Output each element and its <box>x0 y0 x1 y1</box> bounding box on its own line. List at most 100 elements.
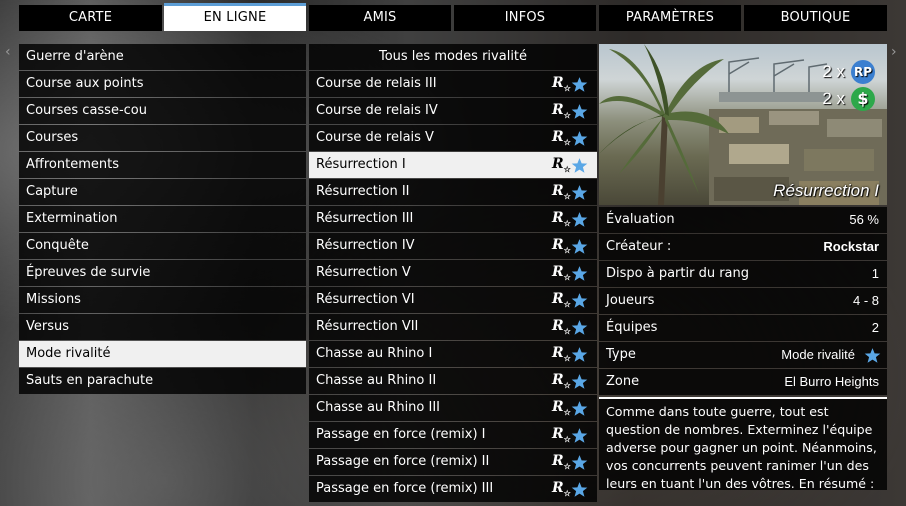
category-item[interactable]: Conquête <box>19 233 306 259</box>
job-list: Tous les modes rivalité Course de relais… <box>309 44 597 503</box>
job-item-label: Chasse au Rhino I <box>316 346 433 361</box>
rockstar-logo-star: ☆ <box>563 460 571 471</box>
category-item[interactable]: Guerre d'arène <box>19 44 306 70</box>
job-item-label: Résurrection III <box>316 211 414 226</box>
star-icon <box>571 131 588 146</box>
rockstar-logo-letter: R <box>552 210 564 226</box>
tab-amis[interactable]: AMIS <box>309 5 451 31</box>
job-item-label: Course de relais III <box>316 76 437 91</box>
info-row-type: Type Mode rivalité <box>599 342 887 368</box>
rockstar-logo-star: ☆ <box>563 325 571 336</box>
job-details-panel: 2 x RP 2 x $ Résurrection I Évaluation 5… <box>599 44 887 490</box>
job-description: Comme dans toute guerre, tout est questi… <box>599 397 887 490</box>
rockstar-logo-icon: R☆ <box>552 236 571 259</box>
category-item[interactable]: Courses <box>19 125 306 151</box>
rockstar-logo-star: ☆ <box>563 379 571 390</box>
job-item-label: Passage en force (remix) III <box>316 481 494 496</box>
category-item[interactable]: Épreuves de survie <box>19 260 306 286</box>
tab-parametres[interactable]: PARAMÈTRES <box>599 5 741 31</box>
job-list-header: Tous les modes rivalité <box>309 44 597 70</box>
job-item-label: Chasse au Rhino III <box>316 400 441 415</box>
category-item[interactable]: Course aux points <box>19 71 306 97</box>
job-item-label: Résurrection II <box>316 184 410 199</box>
nav-right-arrow-icon[interactable]: › <box>891 44 906 60</box>
palm-tree-graphic <box>599 44 729 205</box>
rp-multiplier-text: 2 x <box>822 62 845 81</box>
job-item-label: Course de relais IV <box>316 103 438 118</box>
category-item[interactable]: Versus <box>19 314 306 340</box>
rockstar-logo-star: ☆ <box>563 244 571 255</box>
rockstar-logo-icon: R☆ <box>552 479 571 502</box>
rockstar-logo-icon: R☆ <box>552 398 571 421</box>
rockstar-logo-letter: R <box>552 453 564 469</box>
info-label: Zone <box>606 374 640 389</box>
job-item[interactable]: Chasse au Rhino I R☆ <box>309 341 597 367</box>
job-item[interactable]: Passage en force (remix) I R☆ <box>309 422 597 448</box>
info-label: Évaluation <box>606 212 675 227</box>
star-icon <box>571 347 588 362</box>
job-item[interactable]: Course de relais III R☆ <box>309 71 597 97</box>
info-row-rating: Évaluation 56 % <box>599 207 887 233</box>
tab-infos[interactable]: INFOS <box>454 5 596 31</box>
job-item-selected[interactable]: Résurrection I R☆ <box>309 152 597 178</box>
star-icon <box>571 320 588 335</box>
info-label: Créateur : <box>606 239 672 254</box>
info-value: Rockstar <box>823 239 879 254</box>
rockstar-logo-letter: R <box>552 480 564 496</box>
category-list: Guerre d'arène Course aux points Courses… <box>19 44 306 395</box>
rockstar-logo-icon: R☆ <box>552 209 571 232</box>
rockstar-logo-letter: R <box>552 291 564 307</box>
info-row-teams: Équipes 2 <box>599 315 887 341</box>
rockstar-logo-star: ☆ <box>563 271 571 282</box>
rockstar-logo-letter: R <box>552 102 564 118</box>
tab-carte[interactable]: CARTE <box>19 5 162 31</box>
rockstar-logo-icon: R☆ <box>552 155 571 178</box>
star-icon <box>571 293 588 308</box>
info-value: 56 % <box>849 212 879 227</box>
info-label: Dispo à partir du rang <box>606 266 750 281</box>
tab-boutique[interactable]: BOUTIQUE <box>744 5 887 31</box>
star-icon <box>571 401 588 416</box>
job-item[interactable]: Résurrection VI R☆ <box>309 287 597 313</box>
job-item[interactable]: Résurrection III R☆ <box>309 206 597 232</box>
category-item[interactable]: Extermination <box>19 206 306 232</box>
job-item-label: Résurrection VI <box>316 292 415 307</box>
rockstar-logo-icon: R☆ <box>552 425 571 448</box>
category-item[interactable]: Capture <box>19 179 306 205</box>
rockstar-logo-icon: R☆ <box>552 344 571 367</box>
job-item[interactable]: Course de relais IV R☆ <box>309 98 597 124</box>
info-value: El Burro Heights <box>784 374 879 389</box>
star-icon <box>864 348 881 363</box>
star-icon <box>571 185 588 200</box>
job-item[interactable]: Chasse au Rhino II R☆ <box>309 368 597 394</box>
category-item[interactable]: Affrontements <box>19 152 306 178</box>
rockstar-logo-icon: R☆ <box>552 128 571 151</box>
job-item-label: Passage en force (remix) II <box>316 454 490 469</box>
category-item-selected[interactable]: Mode rivalité <box>19 341 306 367</box>
rockstar-logo-letter: R <box>552 399 564 415</box>
job-item[interactable]: Résurrection IV R☆ <box>309 233 597 259</box>
job-item[interactable]: Résurrection II R☆ <box>309 179 597 205</box>
job-item[interactable]: Course de relais V R☆ <box>309 125 597 151</box>
rockstar-logo-letter: R <box>552 129 564 145</box>
category-item[interactable]: Sauts en parachute <box>19 368 306 394</box>
star-icon <box>571 266 588 281</box>
job-item[interactable]: Passage en force (remix) III R☆ <box>309 476 597 502</box>
rockstar-logo-icon: R☆ <box>552 317 571 340</box>
info-value: 1 <box>871 266 879 281</box>
job-item[interactable]: Résurrection VII R☆ <box>309 314 597 340</box>
star-icon <box>571 212 588 227</box>
job-item-label: Résurrection V <box>316 265 411 280</box>
rockstar-logo-letter: R <box>552 372 564 388</box>
rockstar-logo-letter: R <box>552 237 564 253</box>
category-item[interactable]: Missions <box>19 287 306 313</box>
category-item[interactable]: Courses casse-cou <box>19 98 306 124</box>
tab-en-ligne[interactable]: EN LIGNE <box>164 3 306 31</box>
rockstar-logo-star: ☆ <box>563 298 571 309</box>
job-item[interactable]: Chasse au Rhino III R☆ <box>309 395 597 421</box>
job-item[interactable]: Passage en force (remix) II R☆ <box>309 449 597 475</box>
job-item[interactable]: Résurrection V R☆ <box>309 260 597 286</box>
rockstar-logo-letter: R <box>552 183 564 199</box>
rockstar-logo-icon: R☆ <box>552 452 571 475</box>
star-icon <box>571 77 588 92</box>
